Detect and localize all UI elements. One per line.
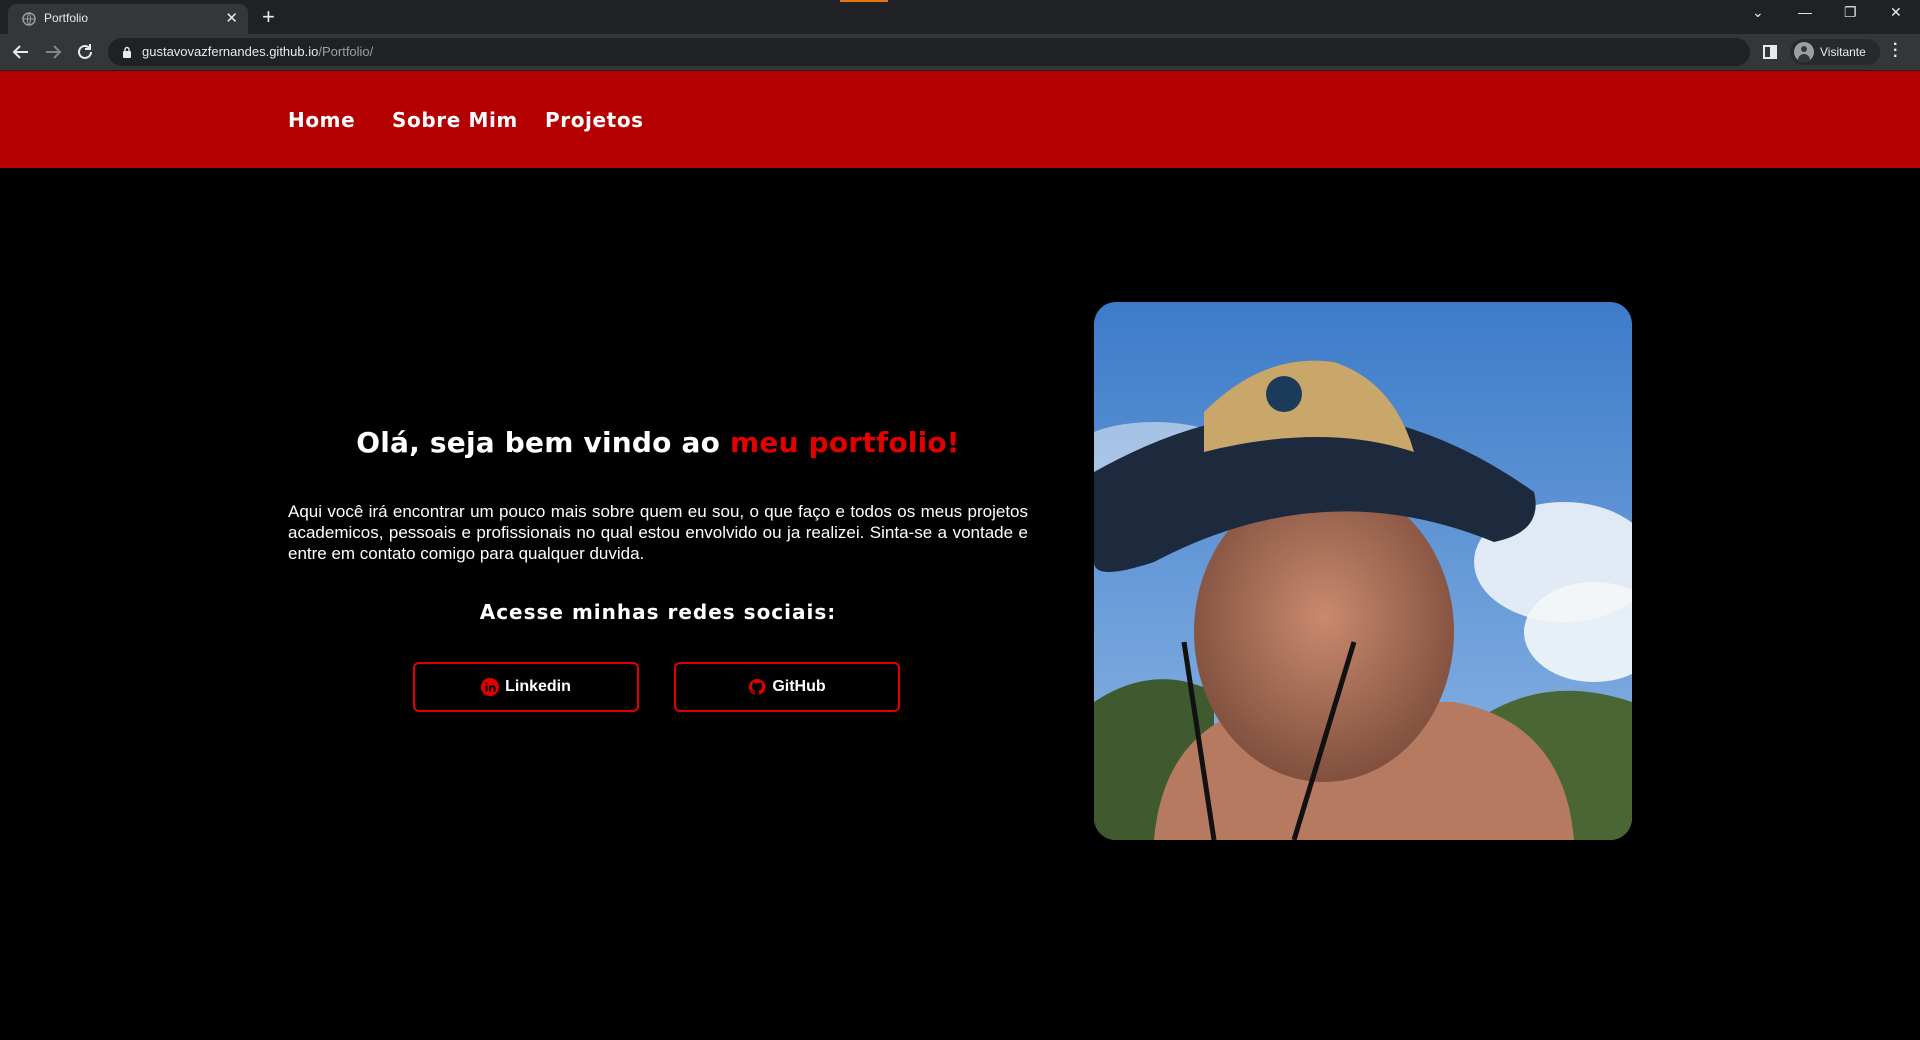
page-title: Olá, seja bem vindo ao meu portfolio! <box>288 426 1028 459</box>
url-text: gustavovazfernandes.github.io/Portfolio/ <box>142 44 373 59</box>
linkedin-icon <box>481 678 500 696</box>
tab-search-indicator <box>840 0 888 2</box>
github-icon <box>749 678 766 695</box>
profile-photo <box>1094 302 1632 840</box>
tab-search-icon[interactable]: ⌄ <box>1752 4 1764 21</box>
new-tab-button[interactable]: + <box>262 4 275 30</box>
back-arrow-icon[interactable] <box>10 41 32 63</box>
globe-icon <box>22 12 36 26</box>
headline-prefix: Olá, seja bem vindo ao <box>356 426 731 459</box>
intro-description: Aqui você irá encontrar um pouco mais so… <box>288 502 1028 563</box>
close-window-button[interactable]: ✕ <box>1890 4 1902 21</box>
linkedin-label: Linkedin <box>505 678 571 695</box>
social-heading: Acesse minhas redes sociais: <box>479 600 837 624</box>
address-bar[interactable]: gustavovazfernandes.github.io/Portfolio/ <box>108 38 1750 66</box>
side-panel-icon[interactable] <box>1763 45 1777 59</box>
site-header: Home Sobre Mim Projetos <box>0 71 1920 168</box>
nav-link-home[interactable]: Home <box>288 108 355 132</box>
lock-icon <box>123 46 131 58</box>
browser-tabstrip: Portfolio ✕ + ⌄ — ❐ ✕ <box>0 0 1920 34</box>
reload-icon[interactable] <box>74 41 96 63</box>
nav-link-sobre-mim[interactable]: Sobre Mim <box>392 108 518 132</box>
kebab-menu-icon[interactable]: · · · <box>1893 37 1898 65</box>
intro-section: Olá, seja bem vindo ao meu portfolio! Aq… <box>288 410 1028 712</box>
url-path: /Portfolio/ <box>318 44 374 59</box>
avatar <box>1794 42 1814 62</box>
tab-close-icon[interactable]: ✕ <box>225 9 238 27</box>
profile-button[interactable]: Visitante <box>1790 39 1880 65</box>
restore-button[interactable]: ❐ <box>1844 4 1857 21</box>
linkedin-button[interactable]: Linkedin <box>413 662 639 712</box>
url-host: gustavovazfernandes.github.io <box>142 44 319 59</box>
profile-photo-image <box>1094 302 1632 840</box>
forward-arrow-icon[interactable] <box>42 41 64 63</box>
github-button[interactable]: GitHub <box>674 662 900 712</box>
browser-toolbar: gustavovazfernandes.github.io/Portfolio/… <box>0 34 1920 71</box>
profile-label: Visitante <box>1820 45 1866 59</box>
browser-tab[interactable]: Portfolio ✕ <box>8 4 248 34</box>
minimize-button[interactable]: — <box>1798 4 1812 20</box>
nav-link-projetos[interactable]: Projetos <box>545 108 644 132</box>
headline-accent: meu portfolio! <box>730 426 960 459</box>
github-label: GitHub <box>772 678 826 695</box>
tab-title: Portfolio <box>44 11 89 25</box>
